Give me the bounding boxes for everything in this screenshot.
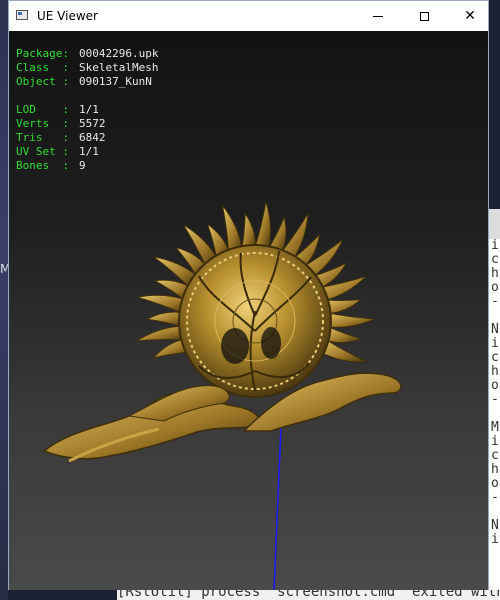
background-status-text: [RstUtil] process "screenshot.cmd" exite… [117, 590, 500, 600]
close-button[interactable]: ✕ [447, 1, 493, 31]
cloud-flame-left [42, 392, 261, 460]
sun-ray [137, 294, 187, 315]
3d-viewport[interactable]: Package: 00042296.upk Class : SkeletalMesh… [9, 31, 488, 590]
background-console-text: i c h o - N i c h o - M i c h o - N i [491, 238, 499, 547]
minimize-button[interactable] [355, 1, 401, 31]
skeletal-mesh-render [42, 201, 402, 590]
maximize-icon [419, 11, 429, 21]
app-window-icon [16, 10, 28, 20]
sun-ray [253, 201, 272, 251]
title-bar[interactable]: UE Viewer ✕ [9, 1, 488, 31]
sun-ray [326, 312, 376, 328]
background-status-line: [RstUtil] process "screenshot.cmd" exite… [117, 590, 500, 600]
tree-dark-hollow-right [261, 327, 281, 359]
sun-ray [145, 311, 184, 328]
background-console-bar [489, 209, 500, 239]
minimize-icon [373, 15, 383, 17]
sun-disk [178, 244, 332, 398]
background-console-window: i c h o - N i c h o - M i c h o - N i [489, 209, 500, 600]
tree-dark-hollow-left [221, 328, 249, 364]
close-icon: ✕ [464, 8, 476, 24]
window-title: UE Viewer [37, 9, 98, 23]
desktop-background [0, 0, 8, 600]
ue-viewer-window: UE Viewer ✕ Package: 00042296.upk Class :… [8, 0, 489, 590]
bone-line [273, 402, 283, 590]
maximize-button[interactable] [401, 1, 447, 31]
sun-ray [136, 325, 186, 342]
